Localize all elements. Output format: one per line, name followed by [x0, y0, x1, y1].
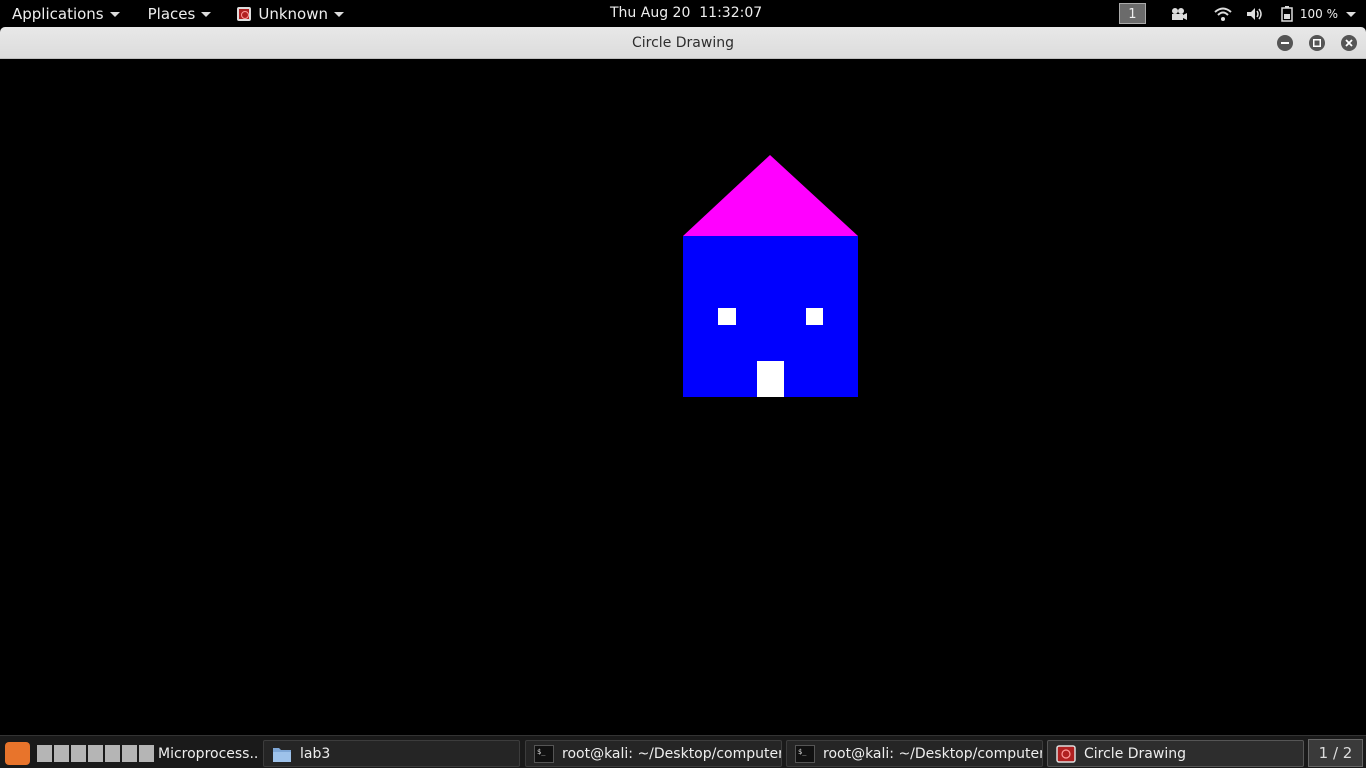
app-menu[interactable]: Unknown	[223, 0, 356, 27]
chevron-down-icon	[109, 12, 120, 17]
battery-icon[interactable]	[1276, 5, 1298, 23]
house-roof	[683, 155, 858, 236]
places-menu[interactable]: Places	[132, 0, 224, 27]
app-icon	[1056, 744, 1076, 763]
workspace-box[interactable]	[139, 745, 154, 762]
task-microprocessor[interactable]: Microprocess...	[156, 740, 258, 767]
system-tray: 1 100 %	[1118, 0, 1366, 27]
close-icon	[1345, 39, 1353, 47]
workspace-box[interactable]	[88, 745, 103, 762]
clock[interactable]: Thu Aug 20 11:32:07	[610, 0, 762, 27]
house-door	[757, 361, 784, 397]
maximize-icon	[1313, 39, 1321, 47]
chevron-down-icon	[201, 12, 212, 17]
workspace-box[interactable]	[122, 745, 137, 762]
places-label: Places	[147, 4, 196, 23]
taskbar: Microprocess... lab3 $_ root@kali: ~/Des…	[0, 735, 1366, 768]
folder-icon	[273, 747, 291, 762]
chevron-down-icon[interactable]	[1346, 12, 1356, 17]
task-label: Circle Drawing	[1084, 745, 1186, 762]
terminal-icon: $_	[795, 744, 815, 763]
house-drawing	[683, 155, 858, 397]
close-button[interactable]	[1341, 35, 1357, 51]
applications-menu[interactable]: Applications	[0, 0, 132, 27]
house-window-left	[718, 308, 736, 325]
applications-label: Applications	[12, 4, 104, 23]
workspace-box[interactable]	[105, 745, 120, 762]
task-label: root@kali: ~/Desktop/computer-...	[562, 745, 782, 762]
workspace-indicator[interactable]: 1	[1118, 3, 1146, 24]
maximize-button[interactable]	[1309, 35, 1325, 51]
drawing-canvas[interactable]	[0, 59, 1366, 735]
terminal-icon: $_	[534, 744, 554, 763]
task-label: lab3	[300, 745, 331, 762]
app-menu-label: Unknown	[258, 4, 328, 23]
task-label: Microprocess...	[158, 745, 258, 762]
minimize-icon	[1281, 42, 1289, 44]
task-lab3[interactable]: lab3	[263, 740, 520, 767]
firefox-icon[interactable]	[5, 742, 30, 765]
task-terminal-2[interactable]: $_ root@kali: ~/Desktop/computer-...	[786, 740, 1043, 767]
window-title: Circle Drawing	[632, 35, 734, 51]
workspace-box[interactable]	[37, 745, 52, 762]
battery-percentage: 100 %	[1299, 6, 1338, 21]
video-icon[interactable]	[1168, 5, 1190, 23]
window-titlebar[interactable]: Circle Drawing	[0, 27, 1366, 59]
wifi-icon[interactable]	[1212, 5, 1234, 23]
chevron-down-icon	[333, 12, 344, 17]
task-circle-drawing[interactable]: Circle Drawing	[1047, 740, 1304, 767]
volume-icon[interactable]	[1244, 5, 1266, 23]
task-terminal-1[interactable]: $_ root@kali: ~/Desktop/computer-...	[525, 740, 782, 767]
app-icon	[237, 6, 252, 21]
svg-text:$_: $_	[798, 748, 807, 756]
house-window-right	[806, 308, 823, 325]
svg-text:$_: $_	[537, 748, 546, 756]
task-label: root@kali: ~/Desktop/computer-...	[823, 745, 1043, 762]
workspace-box[interactable]	[54, 745, 69, 762]
circle-drawing-window: Circle Drawing	[0, 27, 1366, 735]
top-panel: Applications Places Unknown Thu Aug 20 1…	[0, 0, 1366, 27]
workspace-box[interactable]	[71, 745, 86, 762]
minimize-button[interactable]	[1277, 35, 1293, 51]
workspace-pager[interactable]: 1 / 2	[1308, 739, 1363, 767]
